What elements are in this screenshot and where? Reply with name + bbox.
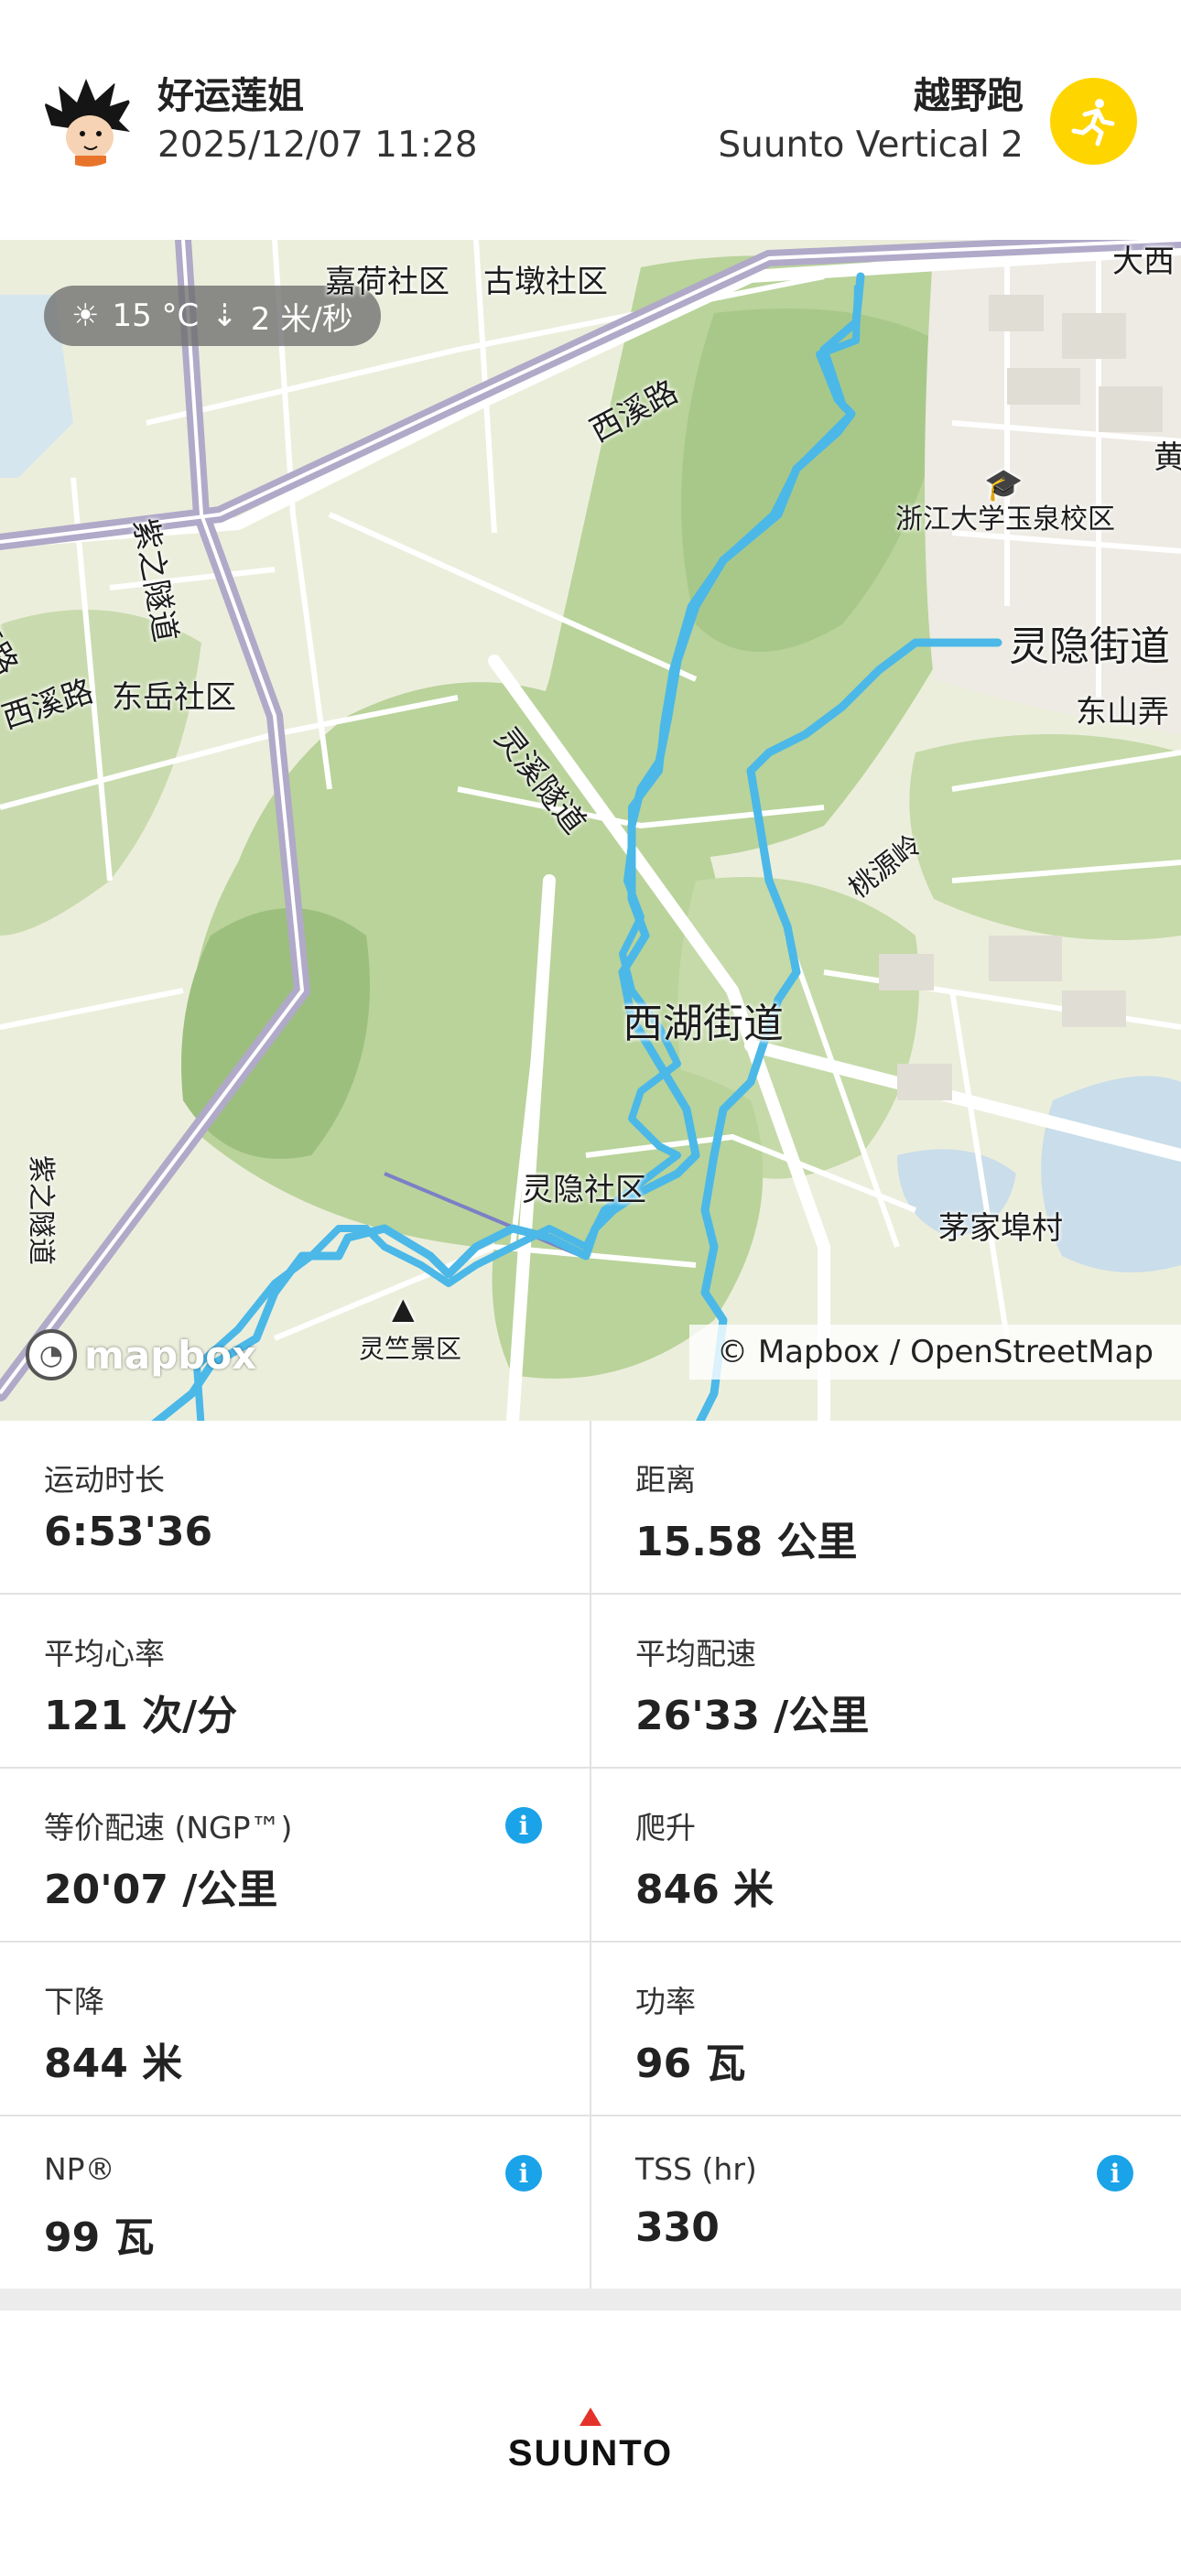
map-label-xihu-street: 西湖街道 [623,1001,784,1047]
map-attribution[interactable]: © Mapbox / OpenStreetMap [689,1325,1181,1380]
stat-label: 平均心率 [44,1636,165,1672]
stat-label: 爬升 [635,1810,696,1845]
stat-distance: 距离 15.58 公里 [591,1421,1181,1593]
stats-row: NP® 99 瓦 i TSS (hr) 330 i [0,2116,1181,2290]
suunto-logo: SUUNTO [0,2408,1181,2474]
stat-value: 99 瓦 [44,2214,155,2261]
section-divider [0,2289,1181,2311]
stat-value: 26'33 /公里 [635,1693,870,1739]
stat-value: 6:53'36 [44,1509,213,1555]
stat-ngp: 等价配速 (NGP™) 20'07 /公里 i [0,1769,591,1941]
stat-label: 平均配速 [635,1636,756,1672]
map-label-lingyin-community: 灵隐社区 [522,1172,646,1208]
stat-label: 距离 [635,1462,696,1498]
mapbox-wordmark: mapbox [84,1332,257,1378]
temperature: 15 °C [112,298,200,334]
stat-label: NP® [44,2151,115,2187]
map-label-jiahe: 嘉荷社区 [325,264,450,300]
pagoda-icon: ▲ [392,1291,415,1326]
stat-label: 运动时长 [44,1462,165,1498]
stats-row: 下降 844 米 功率 96 瓦 [0,1943,1181,2116]
stat-avg-pace: 平均配速 26'33 /公里 [591,1595,1181,1767]
map-label-zhejiang-univ: 浙江大学玉泉校区 [895,503,1115,536]
mapbox-logo[interactable]: ◔ mapbox [26,1329,256,1380]
stat-value: 844 米 [44,2040,183,2087]
stat-avg-heart-rate: 平均心率 121 次/分 [0,1595,591,1767]
map-label-huang: 黄 [1154,439,1181,476]
map-label-lingzhu: 灵竺景区 [359,1334,462,1364]
stat-np: NP® 99 瓦 i [0,2116,591,2289]
stat-duration: 运动时长 6:53'36 [0,1421,591,1593]
stat-value: 20'07 /公里 [44,1867,278,1913]
stat-value: 96 瓦 [635,2040,746,2087]
sun-icon: ☀ [71,298,100,334]
user-name[interactable]: 好运莲姐 [157,66,304,119]
sport-type: 越野跑 [914,75,1024,117]
stats-row: 平均心率 121 次/分 平均配速 26'33 /公里 [0,1595,1181,1769]
map-label-gudun: 古墩社区 [483,264,608,300]
map-label-dongshan: 东山弄 [1076,694,1169,731]
route-map[interactable]: ☀ 15 °C ⇣ 2 米/秒 嘉荷社区 古墩社区 大西 西溪路 🎓 浙江大学玉… [0,240,1181,1421]
suunto-triangle-icon [580,2408,601,2426]
stat-ascent: 爬升 846 米 [591,1769,1181,1941]
stat-label: TSS (hr) [635,2151,757,2187]
stat-value: 330 [635,2204,720,2251]
stats-grid: 运动时长 6:53'36 距离 15.58 公里 平均心率 121 次/分 平均… [0,1421,1181,2290]
brand-wordmark: SUUNTO [507,2433,674,2473]
stat-label: 等价配速 (NGP™) [44,1810,293,1845]
activity-datetime: 2025/12/07 11:28 [157,124,478,166]
info-icon[interactable]: i [505,1807,542,1844]
stat-power: 功率 96 瓦 [591,1943,1181,2115]
avatar[interactable] [42,75,134,167]
map-label-daxi: 大西 [1112,244,1175,280]
stat-tss: TSS (hr) 330 i [591,2116,1181,2289]
stats-row: 等价配速 (NGP™) 20'07 /公里 i 爬升 846 米 [0,1769,1181,1943]
stats-row: 运动时长 6:53'36 距离 15.58 公里 [0,1421,1181,1595]
stat-descent: 下降 844 米 [0,1943,591,2115]
device-name: Suunto Vertical 2 [718,124,1024,166]
stat-label: 下降 [44,1984,104,2019]
stat-value: 846 米 [635,1867,775,1913]
stat-value: 121 次/分 [44,1693,238,1739]
trail-running-icon [1050,78,1137,165]
activity-header: 好运莲姐 2025/12/07 11:28 越野跑 Suunto Vertica… [0,0,1181,240]
map-label-zizhi-tunnel-bottom: 紫之隧道 [25,1155,57,1265]
map-label-dongyue: 东岳社区 [112,679,236,716]
info-icon[interactable]: i [505,2155,542,2192]
stat-value: 15.58 公里 [635,1519,858,1565]
stat-label: 功率 [635,1984,696,2019]
map-label-maojiabu: 茅家埠村 [938,1210,1063,1247]
wind-icon: ⇣ [211,298,238,334]
map-label-lingyin-street: 灵隐街道 [1009,623,1170,670]
info-icon[interactable]: i [1097,2155,1133,2192]
mapbox-icon: ◔ [26,1329,77,1380]
